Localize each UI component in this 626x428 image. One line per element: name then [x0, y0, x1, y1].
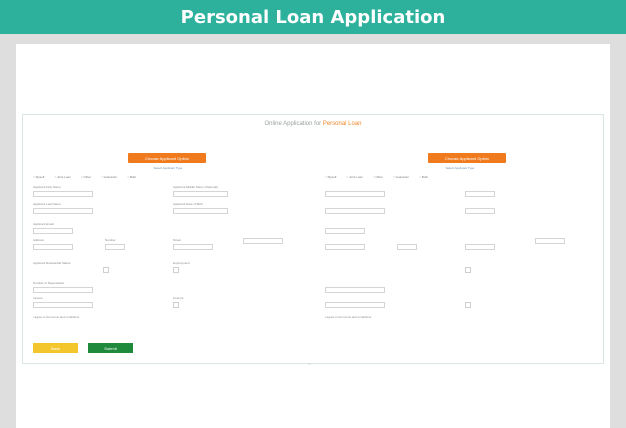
application-form: Online Application for Personal Loan Cho…	[22, 114, 604, 367]
postcode-input[interactable]	[243, 238, 283, 244]
back-button[interactable]: Back	[33, 343, 78, 353]
radio-option[interactable]: Myself	[33, 175, 45, 179]
choose-option-button[interactable]: Choose Applicant Option	[128, 153, 206, 163]
radio-option[interactable]: Other	[373, 175, 384, 179]
consent-text: I agree to the terms and conditions	[33, 315, 80, 319]
field-label: Employment	[173, 261, 190, 265]
dependants-input[interactable]	[325, 287, 385, 293]
field-label: Address	[33, 238, 45, 242]
screenshot-frame: Online Application for Personal Loan Cho…	[0, 34, 626, 428]
choose-option-button[interactable]: Choose Applicant Option	[428, 153, 506, 163]
radio-option[interactable]: Joint Loan	[54, 175, 71, 179]
option-subtitle: Select Applicant Type	[153, 166, 183, 170]
last-name-input[interactable]	[33, 208, 93, 214]
last-name-input[interactable]	[325, 208, 385, 214]
page-banner: Personal Loan Application	[0, 0, 626, 34]
submit-button[interactable]: Submit	[88, 343, 133, 353]
option-subtitle: Select Applicant Type	[445, 166, 475, 170]
email-input[interactable]	[33, 228, 73, 234]
field-label: Street	[173, 238, 182, 242]
radio-option[interactable]: Both	[127, 175, 136, 179]
radio-option[interactable]: Both	[419, 175, 428, 179]
applicant-column-right: Choose Applicant Option Select Applicant…	[325, 153, 595, 353]
field-label: Income	[33, 296, 43, 300]
employment-checkbox[interactable]	[465, 267, 471, 273]
field-label: Applicant Residential Status	[33, 261, 71, 265]
income-input[interactable]	[33, 302, 93, 308]
applicant-column-left: Choose Applicant Option Select Applicant…	[33, 153, 303, 353]
field-label: Applicant Email	[33, 222, 54, 226]
field-label: Applicant First Name	[33, 185, 61, 189]
street-input[interactable]	[173, 244, 213, 250]
radio-option[interactable]: Other	[81, 175, 92, 179]
street-input[interactable]	[465, 244, 495, 250]
dob-input[interactable]	[465, 208, 495, 214]
email-input[interactable]	[325, 228, 365, 234]
screenshot-canvas: Online Application for Personal Loan Cho…	[16, 44, 610, 428]
field-label: Number	[105, 238, 116, 242]
employment-checkbox[interactable]	[173, 267, 179, 273]
amount-checkbox[interactable]	[465, 302, 471, 308]
first-name-input[interactable]	[325, 191, 385, 197]
field-label: Applicant Middle Name (Optional)	[173, 185, 218, 189]
income-input[interactable]	[325, 302, 385, 308]
form-heading: Online Application for Personal Loan	[264, 121, 362, 127]
dependants-input[interactable]	[33, 287, 93, 293]
postcode-input[interactable]	[535, 238, 565, 244]
consent-text: I agree to the terms and conditions	[325, 315, 372, 319]
field-label: Amount	[173, 296, 184, 300]
dob-input[interactable]	[173, 208, 228, 214]
first-name-input[interactable]	[33, 191, 93, 197]
applicant-type-radios: Myself Joint Loan Other Guarantor Both	[33, 175, 136, 179]
status-checkbox[interactable]	[103, 267, 109, 273]
number-input[interactable]	[397, 244, 417, 250]
number-input[interactable]	[105, 244, 125, 250]
radio-option[interactable]: Myself	[325, 175, 337, 179]
field-label: Number of Dependants	[33, 281, 65, 285]
banner-title: Personal Loan Application	[180, 6, 446, 28]
middle-name-input[interactable]	[465, 191, 495, 197]
applicant-type-radios: Myself Joint Loan Other Guarantor Both	[325, 175, 428, 179]
chevron-down-icon: ⌄	[307, 361, 313, 367]
middle-name-input[interactable]	[173, 191, 228, 197]
address-input[interactable]	[325, 244, 365, 250]
radio-option[interactable]: Guarantor	[393, 175, 410, 179]
field-label: Applicant Last Name	[33, 202, 61, 206]
amount-checkbox[interactable]	[173, 302, 179, 308]
radio-option[interactable]: Joint Loan	[346, 175, 363, 179]
field-label: Applicant Date of Birth	[173, 202, 203, 206]
radio-option[interactable]: Guarantor	[101, 175, 118, 179]
address-input[interactable]	[33, 244, 73, 250]
